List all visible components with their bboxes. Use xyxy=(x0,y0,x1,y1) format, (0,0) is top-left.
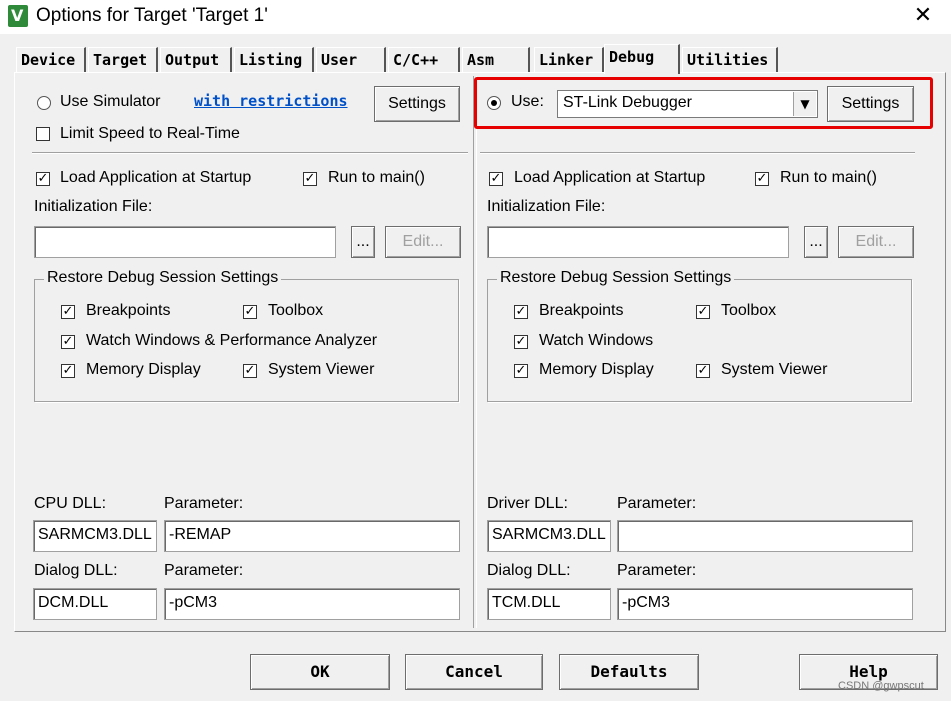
left-run-to-main-checkbox[interactable]: ✓ xyxy=(303,172,317,186)
tab-target[interactable]: Target xyxy=(88,47,158,72)
right-restore-group-title: Restore Debug Session Settings xyxy=(497,269,735,287)
left-dialog-param-label: Parameter: xyxy=(164,562,244,579)
left-memory-checkbox[interactable]: ✓ xyxy=(61,364,75,378)
right-toolbox-checkbox[interactable]: ✓ xyxy=(696,305,710,319)
use-simulator-label[interactable]: Use Simulator xyxy=(60,93,160,111)
close-icon[interactable]: ✕ xyxy=(905,0,941,32)
tab-cc[interactable]: C/C++ xyxy=(388,47,460,72)
left-edit-button[interactable]: Edit... xyxy=(385,226,461,258)
right-dialog-param-input[interactable]: -pCM3 xyxy=(617,588,913,620)
left-breakpoints-label: Breakpoints xyxy=(86,302,171,319)
driver-param-input[interactable] xyxy=(617,520,913,552)
defaults-button[interactable]: Defaults xyxy=(559,654,699,690)
with-restrictions-link[interactable]: with restrictions xyxy=(194,92,348,110)
cpu-dll-label: CPU DLL: xyxy=(34,495,107,512)
left-init-file-label: Initialization File: xyxy=(34,198,153,215)
left-sysviewer-label: System Viewer xyxy=(268,361,375,378)
tab-utilities[interactable]: Utilities xyxy=(682,47,778,72)
driver-param-label: Parameter: xyxy=(617,495,697,512)
left-restore-group-title: Restore Debug Session Settings xyxy=(44,269,282,287)
tab-asm[interactable]: Asm xyxy=(462,47,530,72)
right-init-file-label: Initialization File: xyxy=(487,198,606,215)
left-init-file-input[interactable] xyxy=(34,226,336,258)
window-title: Options for Target 'Target 1' xyxy=(36,5,268,26)
tab-linker[interactable]: Linker xyxy=(534,47,604,72)
limit-speed-checkbox[interactable] xyxy=(36,127,50,141)
use-simulator-radio[interactable] xyxy=(37,96,51,110)
left-breakpoints-checkbox[interactable]: ✓ xyxy=(61,305,75,319)
right-dialog-dll-input[interactable]: TCM.DLL xyxy=(487,588,611,620)
left-toolbox-label: Toolbox xyxy=(268,302,324,319)
right-dialog-dll-label: Dialog DLL: xyxy=(487,562,571,579)
left-run-to-main-label: Run to main() xyxy=(328,169,425,186)
right-breakpoints-checkbox[interactable]: ✓ xyxy=(514,305,528,319)
left-separator xyxy=(32,152,468,154)
right-load-app-label: Load Application at Startup xyxy=(514,169,706,186)
right-edit-button[interactable]: Edit... xyxy=(838,226,914,258)
right-load-app-checkbox[interactable]: ✓ xyxy=(489,172,503,186)
right-memory-label: Memory Display xyxy=(539,361,654,378)
keil-app-icon xyxy=(8,5,28,27)
left-memory-label: Memory Display xyxy=(86,361,201,378)
right-run-to-main-checkbox[interactable]: ✓ xyxy=(755,172,769,186)
left-watch-label: Watch Windows & Performance Analyzer xyxy=(86,332,378,349)
left-sysviewer-checkbox[interactable]: ✓ xyxy=(243,364,257,378)
tab-user[interactable]: User xyxy=(316,47,386,72)
tab-output[interactable]: Output xyxy=(160,47,232,72)
cpu-param-input[interactable]: -REMAP xyxy=(164,520,460,552)
left-dialog-dll-label: Dialog DLL: xyxy=(34,562,118,579)
simulator-settings-button[interactable]: Settings xyxy=(374,86,460,122)
left-load-app-label: Load Application at Startup xyxy=(60,169,252,186)
tab-listing[interactable]: Listing xyxy=(234,47,314,72)
left-dialog-param-input[interactable]: -pCM3 xyxy=(164,588,460,620)
cancel-button[interactable]: Cancel xyxy=(405,654,543,690)
left-watch-checkbox[interactable]: ✓ xyxy=(61,335,75,349)
driver-dll-input[interactable]: SARMCM3.DLL xyxy=(487,520,611,552)
tab-device[interactable]: Device xyxy=(16,47,86,72)
cpu-dll-input[interactable]: SARMCM3.DLL xyxy=(33,520,157,552)
left-dialog-dll-input[interactable]: DCM.DLL xyxy=(33,588,157,620)
ok-button[interactable]: OK xyxy=(250,654,390,690)
right-memory-checkbox[interactable]: ✓ xyxy=(514,364,528,378)
panel-divider xyxy=(473,76,477,628)
left-browse-button[interactable]: ... xyxy=(351,226,375,258)
right-watch-checkbox[interactable]: ✓ xyxy=(514,335,528,349)
right-sysviewer-label: System Viewer xyxy=(721,361,828,378)
right-watch-label: Watch Windows xyxy=(539,332,654,349)
highlight-box xyxy=(474,77,933,129)
right-run-to-main-label: Run to main() xyxy=(780,169,877,186)
right-dialog-param-label: Parameter: xyxy=(617,562,697,579)
cpu-param-label: Parameter: xyxy=(164,495,244,512)
limit-speed-label: Limit Speed to Real-Time xyxy=(60,125,240,142)
left-load-app-checkbox[interactable]: ✓ xyxy=(36,172,50,186)
right-breakpoints-label: Breakpoints xyxy=(539,302,624,319)
right-init-file-input[interactable] xyxy=(487,226,789,258)
right-sysviewer-checkbox[interactable]: ✓ xyxy=(696,364,710,378)
tab-debug[interactable]: Debug xyxy=(604,44,680,74)
watermark: CSDN @gwpscut xyxy=(838,680,924,692)
right-separator xyxy=(480,152,915,154)
right-browse-button[interactable]: ... xyxy=(804,226,828,258)
left-toolbox-checkbox[interactable]: ✓ xyxy=(243,305,257,319)
driver-dll-label: Driver DLL: xyxy=(487,495,568,512)
right-toolbox-label: Toolbox xyxy=(721,302,777,319)
